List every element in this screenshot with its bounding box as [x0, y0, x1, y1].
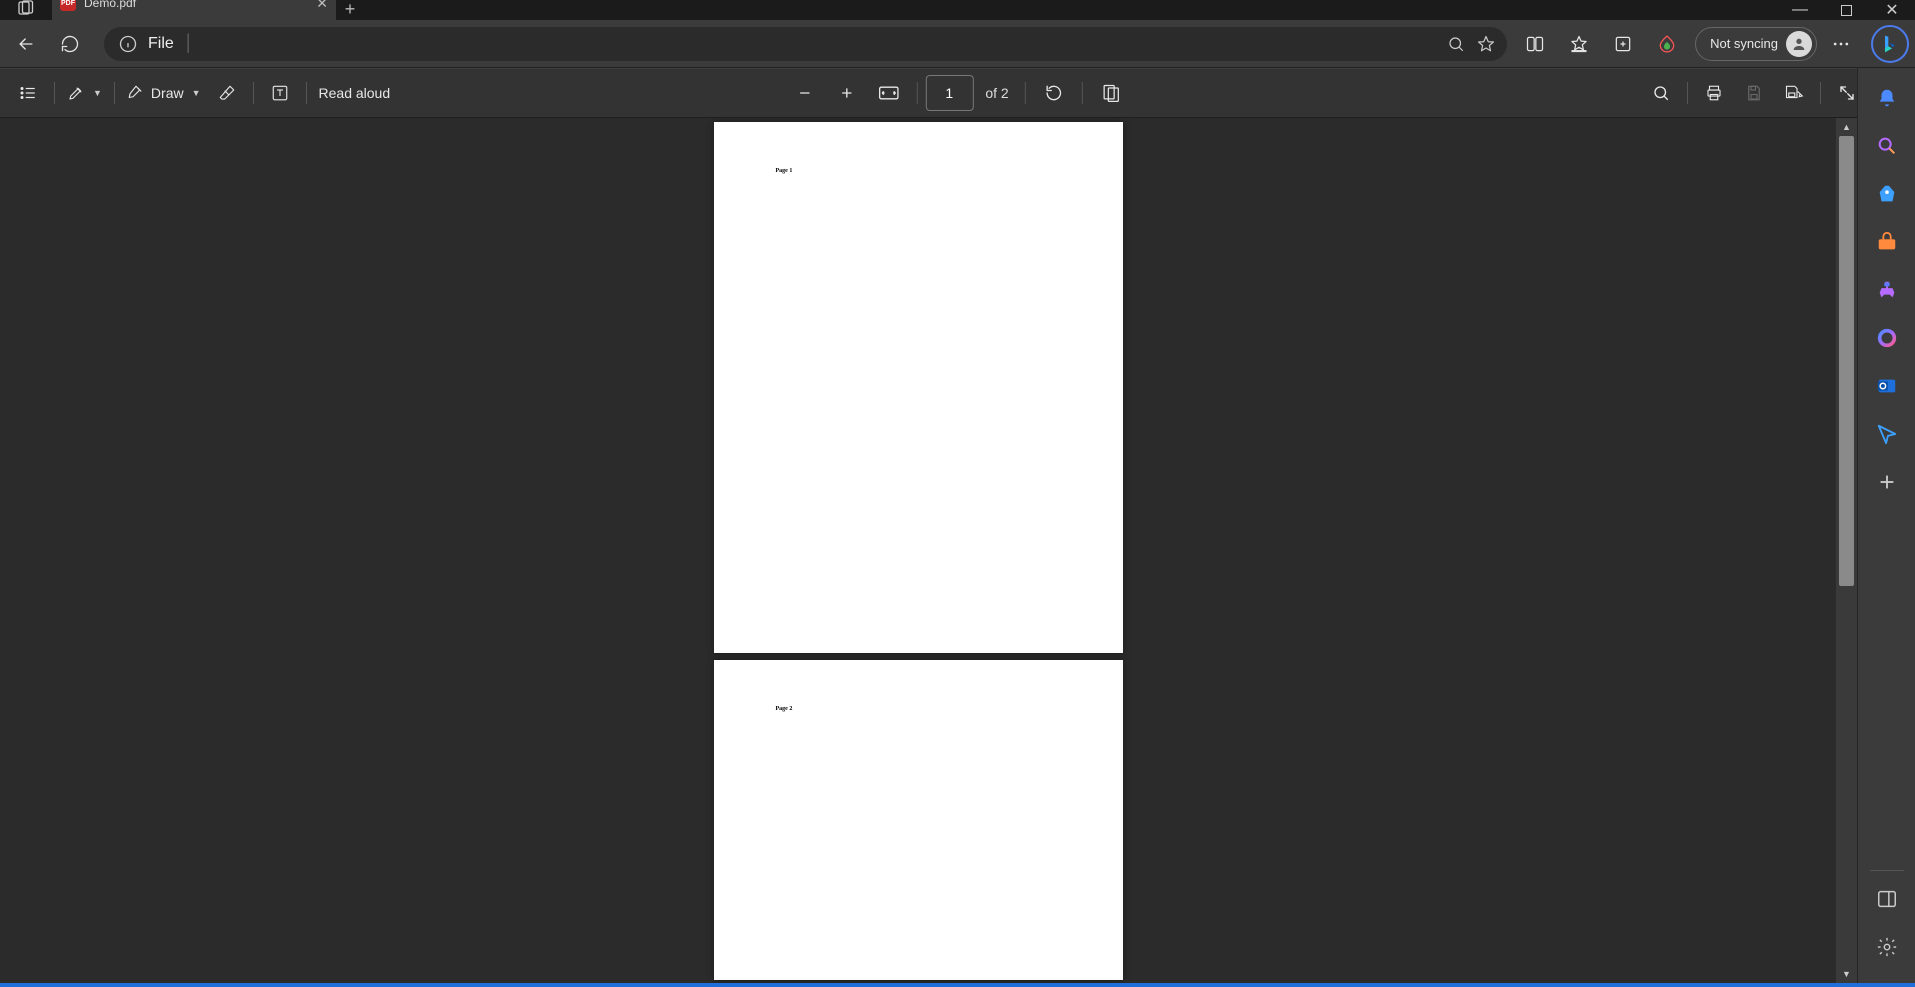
- save-as-button[interactable]: [1774, 74, 1814, 112]
- address-bar[interactable]: File │: [104, 27, 1507, 61]
- scroll-thumb[interactable]: [1839, 136, 1854, 586]
- sidebar-notifications-icon[interactable]: [1867, 78, 1907, 118]
- chevron-down-icon: ▼: [93, 88, 102, 98]
- sidebar-tools-icon[interactable]: [1867, 222, 1907, 262]
- sidebar-outlook-icon[interactable]: [1867, 366, 1907, 406]
- contents-button[interactable]: [8, 74, 48, 112]
- maximize-button[interactable]: [1823, 0, 1869, 20]
- split-screen-button[interactable]: [1515, 26, 1555, 62]
- sidebar-hide-icon[interactable]: [1867, 879, 1907, 919]
- close-tab-icon[interactable]: ✕: [316, 0, 328, 12]
- settings-more-button[interactable]: [1821, 26, 1861, 62]
- vertical-scrollbar[interactable]: ▲ ▼: [1836, 118, 1857, 983]
- page-content-text: Page 2: [776, 706, 793, 712]
- page-view-icon: [1101, 83, 1121, 103]
- sidebar-games-icon[interactable]: [1867, 270, 1907, 310]
- highlight-button[interactable]: ▼: [61, 74, 108, 112]
- save-button[interactable]: [1734, 74, 1774, 112]
- print-icon: [1705, 84, 1723, 102]
- more-icon: [1831, 34, 1851, 54]
- browser-essentials-button[interactable]: [1647, 26, 1687, 62]
- back-button[interactable]: [6, 26, 46, 62]
- sidebar-office-icon[interactable]: [1867, 318, 1907, 358]
- edge-sidebar: [1857, 68, 1915, 983]
- bing-discover-button[interactable]: [1871, 25, 1909, 63]
- search-icon: [1652, 84, 1670, 102]
- address-scheme: File: [148, 35, 174, 53]
- text-icon: [271, 84, 289, 102]
- read-aloud-label: Read aloud: [319, 85, 391, 101]
- avatar: [1786, 31, 1812, 57]
- contents-icon: [19, 84, 37, 102]
- close-window-button[interactable]: ✕: [1869, 0, 1915, 20]
- chevron-down-icon: ▼: [192, 88, 201, 98]
- minimize-button[interactable]: ―: [1777, 0, 1823, 20]
- page-content-text: Page 1: [776, 168, 793, 174]
- sidebar-add-icon[interactable]: [1867, 462, 1907, 502]
- sidebar-settings-icon[interactable]: [1867, 927, 1907, 967]
- address-separator: │: [184, 35, 194, 53]
- collections-icon: [1613, 34, 1633, 54]
- page-view-button[interactable]: [1091, 74, 1131, 112]
- rotate-button[interactable]: [1034, 74, 1074, 112]
- sidebar-drop-icon[interactable]: [1867, 414, 1907, 454]
- navigation-bar: File │ Not syncing: [0, 20, 1915, 68]
- pdf-page-1[interactable]: Page 1: [714, 122, 1123, 653]
- sidebar-shopping-icon[interactable]: [1867, 174, 1907, 214]
- rotate-icon: [1044, 83, 1064, 103]
- favorites-icon: [1569, 34, 1589, 54]
- new-tab-button[interactable]: +: [336, 0, 364, 20]
- page-total-label: of 2: [985, 85, 1008, 101]
- taskbar-edge: [0, 983, 1915, 987]
- minus-icon: [796, 85, 812, 101]
- refresh-icon: [60, 34, 80, 54]
- save-as-icon: [1784, 84, 1804, 102]
- tab-demo-pdf[interactable]: PDF Demo.pdf ✕: [52, 0, 336, 20]
- save-icon: [1745, 84, 1763, 102]
- sync-status-label: Not syncing: [1710, 36, 1778, 51]
- window-controls: ― ✕: [1777, 0, 1915, 20]
- pdf-scroll-area[interactable]: Page 1 Page 2: [0, 118, 1836, 983]
- draw-button[interactable]: Draw ▼: [121, 74, 207, 112]
- favorite-star-icon[interactable]: [1471, 29, 1501, 59]
- site-info-icon[interactable]: [118, 34, 138, 54]
- refresh-button[interactable]: [50, 26, 90, 62]
- read-aloud-button[interactable]: Read aloud: [313, 74, 397, 112]
- favorites-button[interactable]: [1559, 26, 1599, 62]
- pdf-viewport: Page 1 Page 2 ▲ ▼: [0, 118, 1857, 983]
- fit-width-icon: [878, 85, 898, 101]
- page-number-input[interactable]: [925, 75, 973, 111]
- draw-label: Draw: [151, 85, 184, 101]
- bing-icon: [1880, 34, 1900, 54]
- zoom-in-button[interactable]: [826, 74, 866, 112]
- pdf-favicon: PDF: [60, 0, 76, 11]
- scroll-up-arrow[interactable]: ▲: [1836, 118, 1857, 136]
- eraser-icon: [218, 84, 236, 102]
- back-icon: [16, 34, 36, 54]
- profile-sync-button[interactable]: Not syncing: [1695, 27, 1817, 61]
- fullscreen-icon: [1838, 84, 1856, 102]
- scroll-down-arrow[interactable]: ▼: [1836, 965, 1857, 983]
- tab-actions-button[interactable]: [8, 0, 44, 20]
- zoom-out-button[interactable]: [784, 74, 824, 112]
- erase-button[interactable]: [207, 74, 247, 112]
- fit-width-button[interactable]: [868, 74, 908, 112]
- print-button[interactable]: [1694, 74, 1734, 112]
- split-screen-icon: [1525, 34, 1545, 54]
- sidebar-search-icon[interactable]: [1867, 126, 1907, 166]
- pen-icon: [127, 84, 145, 102]
- find-button[interactable]: [1641, 74, 1681, 112]
- collections-button[interactable]: [1603, 26, 1643, 62]
- pdf-page-2[interactable]: Page 2: [714, 660, 1123, 980]
- performance-icon: [1657, 34, 1677, 54]
- pdf-toolbar: ▼ Draw ▼ Read aloud of 2: [0, 68, 1915, 118]
- scroll-track[interactable]: [1836, 136, 1857, 965]
- search-address-icon[interactable]: [1441, 29, 1471, 59]
- tab-strip: PDF Demo.pdf ✕ + ― ✕: [0, 0, 1915, 20]
- tab-title: Demo.pdf: [84, 0, 136, 10]
- add-text-button[interactable]: [260, 74, 300, 112]
- plus-icon: [838, 85, 854, 101]
- highlighter-icon: [67, 84, 85, 102]
